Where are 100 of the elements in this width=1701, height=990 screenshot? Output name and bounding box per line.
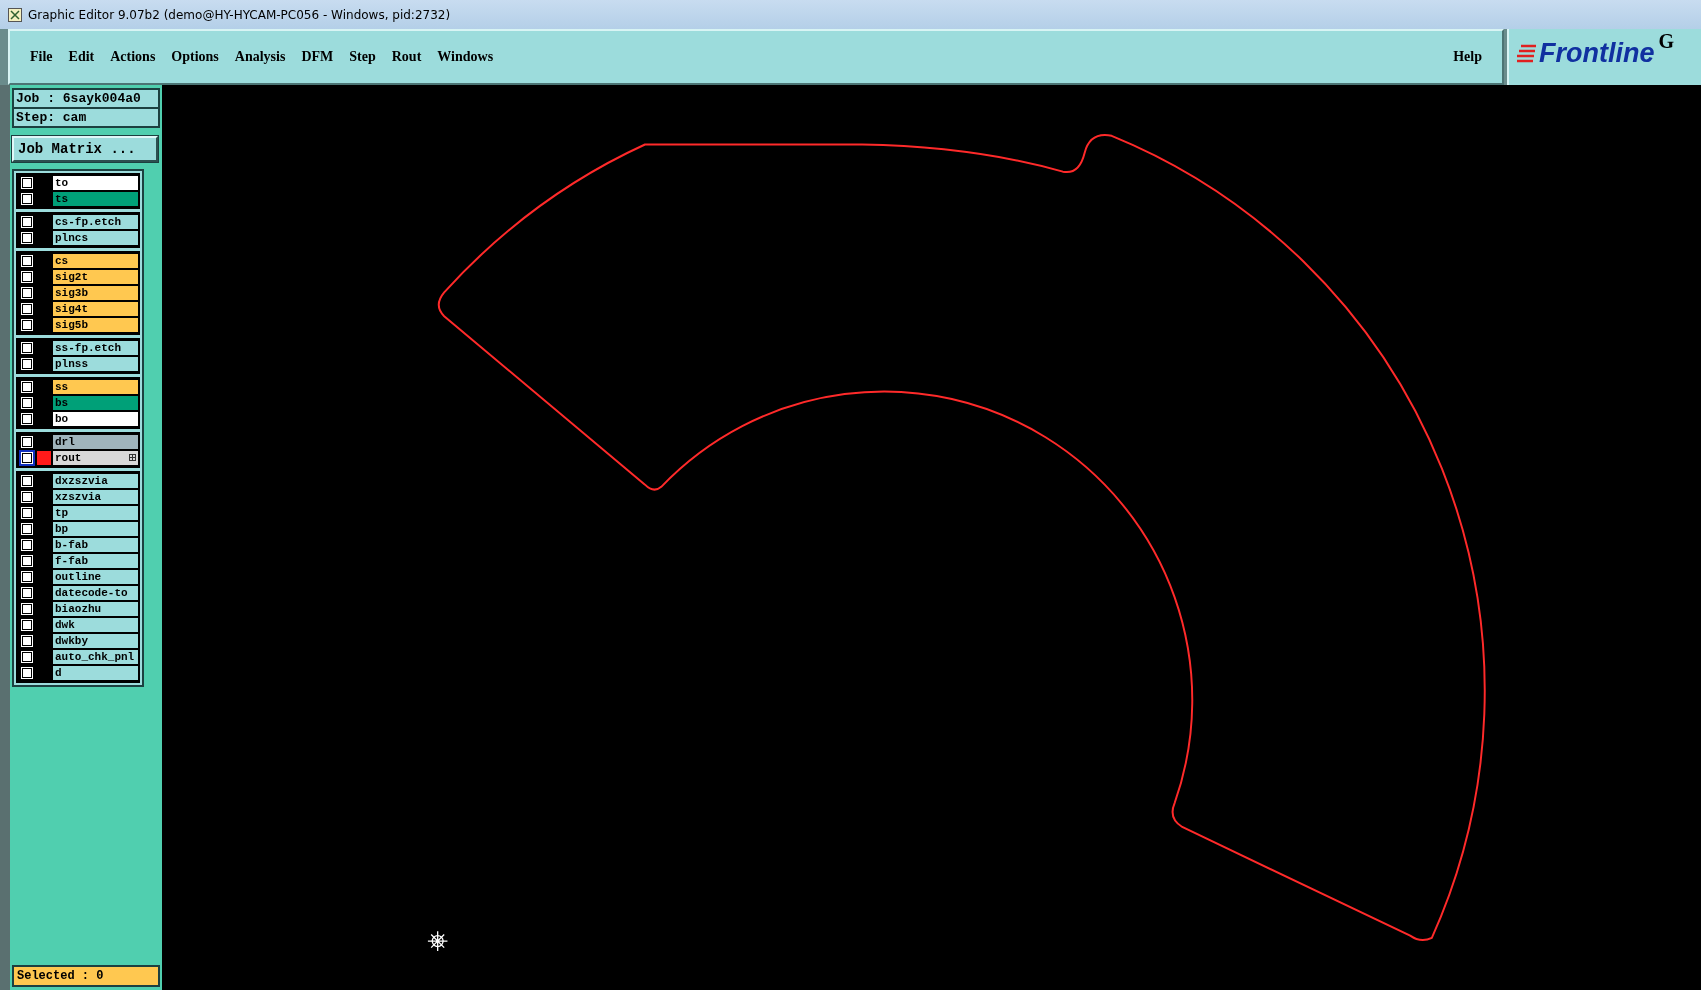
layer-checkbox[interactable] [21, 436, 33, 448]
menu-item[interactable]: Options [163, 49, 227, 65]
layer-name[interactable]: sig4t [53, 301, 138, 317]
layer-checkbox[interactable] [21, 193, 33, 205]
layer-checkbox[interactable] [21, 255, 33, 267]
layer-checkbox[interactable] [21, 177, 33, 189]
layer-row[interactable]: outline [18, 569, 138, 585]
menu-item[interactable]: Edit [60, 49, 103, 65]
layer-checkbox[interactable] [21, 319, 33, 331]
layer-name-text: biaozhu [55, 601, 102, 616]
layer-checkbox[interactable] [21, 232, 33, 244]
layer-checkbox[interactable] [21, 571, 33, 583]
layer-row[interactable]: biaozhu [18, 601, 138, 617]
layer-name[interactable]: plncs [53, 230, 138, 246]
layer-checkbox[interactable] [21, 413, 33, 425]
layer-name[interactable]: d [53, 665, 138, 681]
layer-checkbox[interactable] [21, 491, 33, 503]
layer-row[interactable]: ss [18, 379, 138, 395]
layer-row[interactable]: plncs [18, 230, 138, 246]
layer-row[interactable]: d [18, 665, 138, 681]
layer-row[interactable]: bo [18, 411, 138, 427]
layer-row[interactable]: ts [18, 191, 138, 207]
layer-row[interactable]: xzszvia [18, 489, 138, 505]
menu-item[interactable]: File [22, 49, 61, 65]
layer-row[interactable]: f-fab [18, 553, 138, 569]
layer-row[interactable]: auto_chk_pnl [18, 649, 138, 665]
layer-row[interactable]: ss-fp.etch [18, 340, 138, 356]
layer-checkbox[interactable] [21, 358, 33, 370]
layer-checkbox[interactable] [21, 635, 33, 647]
layer-name[interactable]: sig5b [53, 317, 138, 333]
layer-name[interactable]: f-fab [53, 553, 138, 569]
layer-checkbox[interactable] [21, 381, 33, 393]
layer-row[interactable]: bs [18, 395, 138, 411]
layer-checkbox[interactable] [21, 523, 33, 535]
layer-row[interactable]: dwk [18, 617, 138, 633]
layer-row[interactable]: b-fab [18, 537, 138, 553]
layer-name[interactable]: bp [53, 521, 138, 537]
layer-row[interactable]: sig5b [18, 317, 138, 333]
layer-row[interactable]: bp [18, 521, 138, 537]
menu-item[interactable]: Actions [102, 49, 164, 65]
layer-row[interactable]: drl [18, 434, 138, 450]
menu-item[interactable]: Step [341, 49, 384, 65]
layer-row[interactable]: datecode-to [18, 585, 138, 601]
layer-row[interactable]: cs [18, 253, 138, 269]
layer-checkbox[interactable] [21, 271, 33, 283]
layer-checkbox[interactable] [21, 342, 33, 354]
menu-item[interactable]: Analysis [226, 49, 294, 65]
layer-row[interactable]: dxzszvia [18, 473, 138, 489]
layer-name[interactable]: cs [53, 253, 138, 269]
layer-row[interactable]: sig3b [18, 285, 138, 301]
layer-name[interactable]: b-fab [53, 537, 138, 553]
layer-checkbox[interactable] [21, 555, 33, 567]
layer-row[interactable]: sig2t [18, 269, 138, 285]
layer-name[interactable]: rout [53, 450, 138, 466]
menu-item[interactable]: DFM [293, 49, 342, 65]
layer-name[interactable]: bo [53, 411, 138, 427]
layer-checkbox[interactable] [21, 216, 33, 228]
layer-name[interactable]: to [53, 175, 138, 191]
layer-checkbox[interactable] [21, 397, 33, 409]
layer-name[interactable]: drl [53, 434, 138, 450]
layer-name[interactable]: cs-fp.etch [53, 214, 138, 230]
app-icon [8, 7, 22, 22]
layer-row[interactable]: dwkby [18, 633, 138, 649]
layer-name[interactable]: plnss [53, 356, 138, 372]
layer-checkbox[interactable] [21, 452, 33, 464]
layer-checkbox[interactable] [21, 667, 33, 679]
job-matrix-button[interactable]: Job Matrix ... [12, 136, 158, 162]
layer-name[interactable]: ss-fp.etch [53, 340, 138, 356]
layer-checkbox[interactable] [21, 603, 33, 615]
help-menu[interactable]: Help [1445, 49, 1490, 65]
layer-checkbox[interactable] [21, 651, 33, 663]
layer-checkbox[interactable] [21, 619, 33, 631]
layer-row[interactable]: sig4t [18, 301, 138, 317]
layer-name[interactable]: tp [53, 505, 138, 521]
layer-name[interactable]: dwkby [53, 633, 138, 649]
layer-name[interactable]: sig3b [53, 285, 138, 301]
menu-item[interactable]: Rout [383, 49, 430, 65]
layer-name[interactable]: dxzszvia [53, 473, 138, 489]
layer-row[interactable]: rout [18, 450, 138, 466]
layer-checkbox[interactable] [21, 303, 33, 315]
layer-row[interactable]: cs-fp.etch [18, 214, 138, 230]
layer-name[interactable]: sig2t [53, 269, 138, 285]
layer-row[interactable]: tp [18, 505, 138, 521]
layer-affected-swatch[interactable] [37, 451, 51, 465]
layer-name[interactable]: datecode-to [53, 585, 138, 601]
layer-name[interactable]: ss [53, 379, 138, 395]
layer-name[interactable]: ts [53, 191, 138, 207]
layer-checkbox[interactable] [21, 287, 33, 299]
layer-row[interactable]: plnss [18, 356, 138, 372]
layer-name[interactable]: biaozhu [53, 601, 138, 617]
menu-item[interactable]: Windows [429, 49, 502, 65]
layer-checkbox[interactable] [21, 475, 33, 487]
layer-name[interactable]: xzszvia [53, 489, 138, 505]
layer-name[interactable]: dwk [53, 617, 138, 633]
layer-name[interactable]: outline [53, 569, 138, 585]
layer-name[interactable]: bs [53, 395, 138, 411]
layer-checkbox[interactable] [21, 507, 33, 519]
layer-row[interactable]: to [18, 175, 138, 191]
layer-checkbox[interactable] [21, 587, 33, 599]
layer-checkbox[interactable] [21, 539, 33, 551]
